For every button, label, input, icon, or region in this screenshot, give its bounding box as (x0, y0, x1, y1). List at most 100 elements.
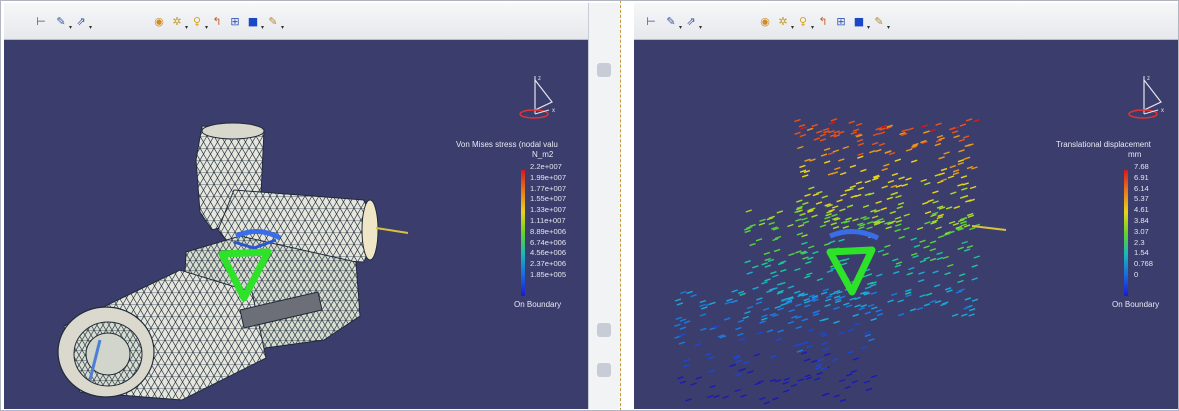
displacement-vector (678, 333, 686, 337)
magic-icon[interactable]: ✎ ▾ (266, 14, 284, 32)
displacement-vector (803, 298, 810, 302)
displacement-vector (919, 294, 926, 298)
render-style-icon[interactable]: ◉ (152, 14, 166, 28)
displacement-vector (952, 171, 960, 176)
displacement-vector (828, 208, 835, 213)
displacement-vector (962, 182, 969, 186)
displacement-vector (923, 256, 931, 260)
axis-icon[interactable]: ⊢ (34, 14, 48, 28)
displacement-vector (894, 216, 902, 220)
material-icon[interactable]: ■ ▾ (852, 14, 870, 32)
displacement-vector (971, 264, 978, 268)
displacement-vector (726, 298, 733, 302)
left-toolbar: ⊢ ✎ ▾ ⇗ ▾ ◉ ✲ ▾ ♀ ▾ ↰ ⊞ ■ ▾ ✎ ▾ (4, 3, 588, 40)
displacement-vector (823, 352, 831, 357)
displacement-vector (957, 161, 965, 166)
side-tool-button[interactable] (597, 363, 611, 377)
grid-icon[interactable]: ⊞ (834, 14, 848, 28)
displacement-vector (683, 358, 691, 362)
wrench-icon[interactable]: ↰ (816, 14, 830, 28)
legend-value: 1.55e+007 (530, 194, 567, 204)
displacement-vector (947, 175, 955, 179)
displacement-vector (890, 192, 897, 196)
displacement-vector (963, 156, 971, 160)
displacement-vector (796, 349, 804, 353)
displacement-vector (761, 281, 768, 285)
displacement-vector (801, 234, 808, 238)
side-tool-button[interactable] (597, 63, 611, 77)
sparkle-icon[interactable]: ✲ ▾ (776, 14, 794, 32)
pin-icon[interactable]: ✎ ▾ (664, 14, 682, 32)
displacement-vector (737, 332, 744, 337)
magic-icon[interactable]: ✎ ▾ (872, 14, 890, 32)
displacement-vector (802, 220, 810, 224)
legend-value: 1.77e+007 (530, 183, 567, 193)
displacement-vector (857, 155, 864, 159)
displacement-vector (883, 163, 890, 167)
light-bulb-icon[interactable]: ♀ ▾ (190, 14, 208, 32)
displacement-vector (921, 124, 929, 128)
displacement-vector (937, 213, 944, 218)
displacement-vector (952, 222, 960, 226)
displacement-vector (804, 358, 811, 362)
light-bulb-icon[interactable]: ♀ ▾ (796, 14, 814, 32)
sparkle-icon[interactable]: ✲ ▾ (170, 14, 188, 32)
displacement-vector (903, 227, 910, 231)
legend-value: 2.37e+006 (530, 259, 567, 269)
displacement-vector (838, 378, 846, 383)
displacement-vector (920, 178, 927, 183)
displacement-vector (958, 138, 966, 142)
displacement-vector (965, 118, 973, 122)
displacement-vector (971, 298, 979, 302)
displacement-vector (816, 190, 823, 195)
arrows-icon[interactable]: ⇗ ▾ (74, 14, 92, 32)
displacement-vector (738, 368, 745, 372)
displacement-vector (787, 285, 795, 289)
right-toolbar: ⊢ ✎ ▾ ⇗ ▾ ◉ ✲ ▾ ♀ ▾ ↰ ⊞ ■ ▾ ✎ ▾ (634, 3, 1179, 40)
left-3d-viewport[interactable]: z x Von Mises stress (nodal valu N_m2 2.… (4, 40, 588, 409)
displacement-vector (894, 228, 901, 233)
displacement-vector (854, 322, 861, 326)
displacement-vector (882, 252, 889, 256)
displacement-vector (813, 309, 821, 314)
displacement-vector (952, 169, 960, 173)
displacement-vector (870, 291, 878, 295)
displacement-vector (960, 220, 967, 224)
pin-icon[interactable]: ✎ ▾ (54, 14, 72, 32)
displacement-vector (808, 186, 815, 190)
displacement-vector (867, 303, 875, 308)
displacement-vector (823, 160, 831, 164)
wrench-icon[interactable]: ↰ (210, 14, 224, 28)
arrows-icon[interactable]: ⇗ ▾ (684, 14, 702, 32)
displacement-vector (768, 221, 775, 226)
displacement-vector (950, 191, 957, 195)
legend-value: 0 (1134, 270, 1139, 279)
displacement-vector (910, 159, 918, 163)
right-3d-viewport[interactable]: z x Translational displacement mm 7.68 6… (634, 40, 1179, 409)
displacement-vector (755, 301, 763, 305)
axis-icon[interactable]: ⊢ (644, 14, 658, 28)
displacement-vector (863, 331, 870, 335)
displacement-vector (701, 306, 708, 310)
displacement-vector (943, 151, 950, 155)
render-style-icon[interactable]: ◉ (758, 14, 772, 28)
displacement-vector (819, 138, 827, 142)
displacement-legend-unit: mm (1128, 150, 1142, 159)
displacement-vector (852, 357, 860, 361)
displacement-vector (913, 244, 921, 248)
displacement-vector (763, 401, 771, 405)
displacement-vector (742, 315, 750, 320)
displacement-vector (729, 363, 737, 368)
displacement-vector (877, 218, 884, 222)
displacement-vector (929, 240, 937, 244)
side-tool-button[interactable] (597, 323, 611, 337)
displacement-vector (724, 301, 731, 305)
displacement-vector (755, 238, 763, 242)
material-icon[interactable]: ■ ▾ (246, 14, 264, 32)
displacement-vector (735, 326, 742, 331)
displacement-vector (894, 158, 902, 162)
grid-icon[interactable]: ⊞ (228, 14, 242, 28)
legend-value: 4.56e+006 (530, 248, 567, 258)
displacement-vector (878, 142, 886, 147)
displacement-vector (833, 320, 840, 324)
